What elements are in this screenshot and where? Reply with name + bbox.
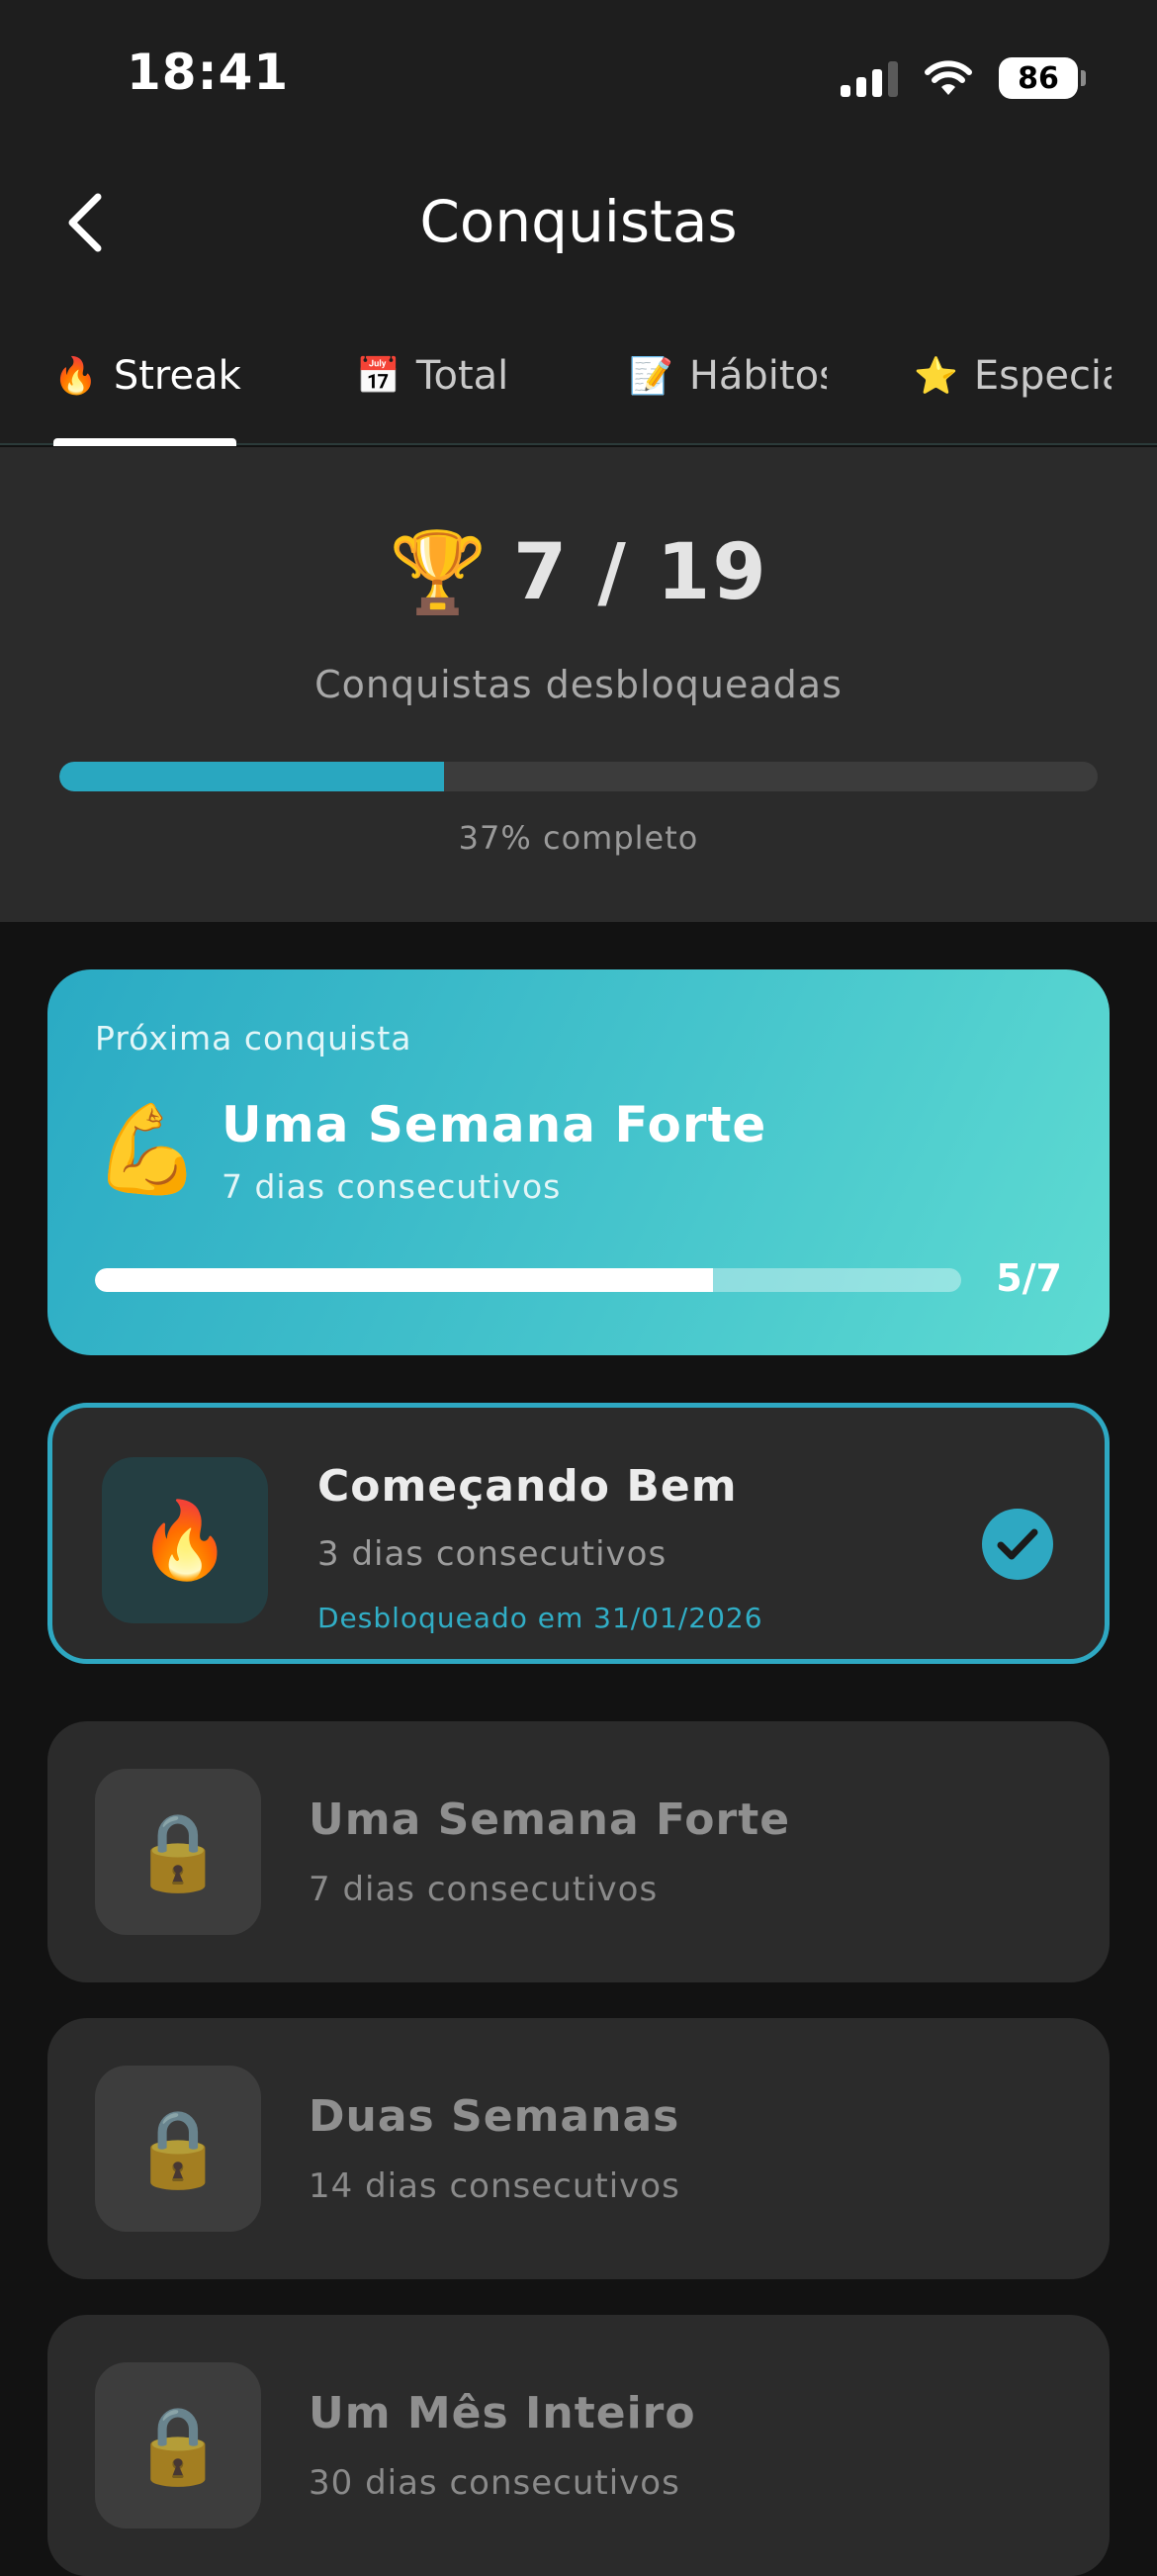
tab-label: Streak bbox=[113, 353, 241, 399]
calendar-icon: 📅 bbox=[356, 356, 400, 397]
check-circle-icon bbox=[982, 1509, 1053, 1580]
tab-label: Total bbox=[415, 353, 509, 399]
tab-especiais[interactable]: ⭐ Especiais bbox=[914, 346, 1112, 406]
tab-habitos[interactable]: 📝 Hábitos bbox=[629, 346, 827, 406]
achievement-description: 30 dias consecutivos bbox=[309, 2463, 680, 2503]
achievement-unlocked-date: Desbloqueado em 31/01/2026 bbox=[317, 1602, 763, 1634]
flexed-biceps-icon: 💪 bbox=[93, 1098, 202, 1200]
unlocked-count: 7 / 19 bbox=[512, 528, 768, 617]
status-icons: 86 bbox=[841, 53, 1086, 103]
achievement-card-comecando-bem[interactable]: 🔥 Começando Bem 3 dias consecutivos Desb… bbox=[47, 1403, 1110, 1664]
summary-count: 🏆 7 / 19 bbox=[0, 526, 1157, 619]
next-achievement-progress-fill bbox=[95, 1268, 714, 1292]
next-achievement-progress-text: 5/7 bbox=[996, 1256, 1062, 1300]
summary-percent: 37% completo bbox=[458, 819, 699, 857]
lock-icon: 🔒 bbox=[131, 2401, 225, 2489]
wifi-icon bbox=[925, 60, 972, 95]
fire-icon: 🔥 bbox=[53, 356, 98, 397]
trophy-icon: 🏆 bbox=[389, 526, 488, 618]
achievements-summary: 🏆 7 / 19 Conquistas desbloqueadas 37% co… bbox=[0, 447, 1157, 922]
fire-icon: 🔥 bbox=[137, 1496, 232, 1584]
tab-total[interactable]: 📅 Total bbox=[356, 346, 564, 406]
achievement-icon-box: 🔒 bbox=[95, 1769, 261, 1935]
navigation-header: Conquistas bbox=[0, 148, 1157, 297]
achievement-icon-box: 🔥 bbox=[102, 1457, 268, 1623]
achievement-title: Uma Semana Forte bbox=[309, 1794, 791, 1845]
achievement-card-um-mes-inteiro[interactable]: 🔒 Um Mês Inteiro 30 dias consecutivos bbox=[47, 2315, 1110, 2576]
star-icon: ⭐ bbox=[914, 356, 958, 397]
summary-progress-fill bbox=[59, 762, 444, 791]
page-title: Conquistas bbox=[419, 188, 738, 255]
achievement-card-duas-semanas[interactable]: 🔒 Duas Semanas 14 dias consecutivos bbox=[47, 2018, 1110, 2279]
status-bar: 18:41 86 bbox=[0, 0, 1157, 148]
memo-icon: 📝 bbox=[629, 356, 673, 397]
achievement-description: 3 dias consecutivos bbox=[317, 1534, 668, 1574]
next-achievement-title: Uma Semana Forte bbox=[222, 1096, 767, 1153]
signal-icon bbox=[841, 59, 898, 97]
lock-icon: 🔒 bbox=[131, 2104, 225, 2192]
summary-progress-bar bbox=[59, 762, 1098, 791]
tab-streak[interactable]: 🔥 Streak bbox=[53, 346, 251, 406]
battery-level: 86 bbox=[1018, 60, 1059, 96]
achievement-title: Começando Bem bbox=[317, 1461, 738, 1512]
next-achievement-card[interactable]: Próxima conquista 💪 Uma Semana Forte 7 d… bbox=[47, 969, 1110, 1355]
battery-icon: 86 bbox=[999, 57, 1086, 99]
next-achievement-subtitle: 7 dias consecutivos bbox=[222, 1167, 562, 1206]
lock-icon: 🔒 bbox=[131, 1807, 225, 1895]
achievement-icon-box: 🔒 bbox=[95, 2362, 261, 2529]
achievement-title: Um Mês Inteiro bbox=[309, 2388, 696, 2438]
next-achievement-progress-bar bbox=[95, 1268, 961, 1292]
achievement-title: Duas Semanas bbox=[309, 2091, 680, 2142]
category-tabs: 🔥 Streak 📅 Total 📝 Hábitos ⭐ Especiais bbox=[0, 297, 1157, 446]
status-time: 18:41 bbox=[127, 44, 290, 101]
next-achievement-label: Próxima conquista bbox=[95, 1019, 412, 1058]
achievement-icon-box: 🔒 bbox=[95, 2066, 261, 2232]
summary-label: Conquistas desbloqueadas bbox=[314, 663, 843, 706]
tab-label: Especiais bbox=[973, 353, 1112, 399]
tab-label: Hábitos bbox=[688, 353, 827, 399]
achievement-card-uma-semana-forte[interactable]: 🔒 Uma Semana Forte 7 dias consecutivos bbox=[47, 1721, 1110, 1982]
active-tab-indicator bbox=[53, 438, 236, 446]
achievement-description: 14 dias consecutivos bbox=[309, 2166, 680, 2206]
achievement-description: 7 dias consecutivos bbox=[309, 1870, 659, 1909]
